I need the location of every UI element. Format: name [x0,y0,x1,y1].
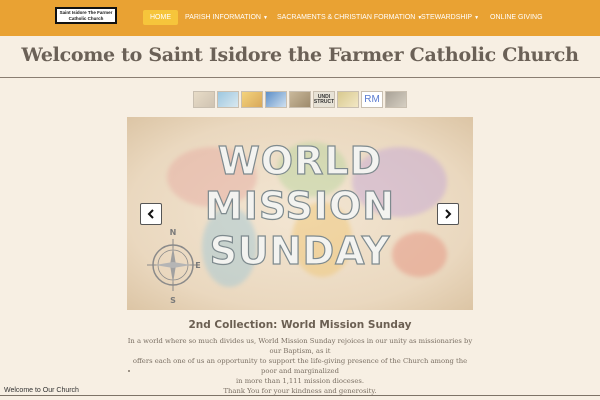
nav-online-giving-label: ONLINE GIVING [490,14,543,21]
slide-headline-line-1: WORLD [217,138,383,183]
thumbnail-1[interactable] [193,91,215,108]
collection-line-1: In a world where so much divides us, Wor… [127,337,473,355]
nav-parish-label: PARISH INFORMATION [185,14,261,21]
nav-home[interactable]: HOME [143,10,178,25]
title-divider [0,77,600,78]
collection-line-3: in more than 1,111 mission dioceses. [235,377,364,385]
image-carousel[interactable]: WORLD MISSION SUNDAY N E S [127,117,473,310]
carousel-next-button[interactable] [437,203,459,225]
collection-title: 2nd Collection: World Mission Sunday [188,319,412,331]
logo-line-2: Catholic Church [68,15,104,21]
church-logo[interactable]: Saint Isidore The Farmer Catholic Church [55,7,117,24]
caret-down-icon: ▼ [262,15,268,21]
carousel-prev-button[interactable] [140,203,162,225]
page-title: Welcome to Saint Isidore the Farmer Cath… [21,44,579,66]
thumbnail-8[interactable]: RM [361,91,383,108]
thumbnail-6-text: UNDI STRUCT [313,93,335,105]
thumbnail-5[interactable] [289,91,311,108]
thumbnail-2[interactable] [217,91,239,108]
nav-parish-information[interactable]: PARISH INFORMATION ▼ [185,11,268,25]
thumbnail-6[interactable]: UNDI STRUCT [313,91,335,108]
slide-thumbnails: UNDI STRUCT RM [193,91,407,108]
nav-home-label: HOME [150,14,171,21]
thumbnail-9[interactable] [385,91,407,108]
top-navbar: Saint Isidore The Farmer Catholic Church… [0,0,600,36]
thumbnail-7[interactable] [337,91,359,108]
collection-description: In a world where so much divides us, Wor… [127,336,473,396]
section-heading-welcome: Welcome to Our Church [4,387,81,394]
section-divider [0,395,600,396]
collection-line-2: offers each one of us an opportunity to … [132,357,468,375]
thumbnail-8-text: RM [364,94,380,105]
decorative-dot [128,370,130,372]
slide-headline-line-2: MISSION [204,183,396,228]
nav-stewardship-label: STEWARDSHIP [421,14,473,21]
nav-stewardship[interactable]: STEWARDSHIP ▼ [421,11,479,25]
chevron-left-icon [147,209,154,219]
thumbnail-3[interactable] [241,91,263,108]
nav-online-giving[interactable]: ONLINE GIVING [490,11,543,25]
caret-down-icon: ▼ [474,15,480,21]
thumbnail-4[interactable] [265,91,287,108]
compass-south: S [170,296,176,305]
nav-sacraments[interactable]: SACRAMENTS & CHRISTIAN FORMATION ▼ [277,11,422,25]
compass-east: E [195,261,200,270]
compass-rose-icon: N E S [147,228,201,305]
compass-north: N [170,228,177,237]
nav-sacraments-label: SACRAMENTS & CHRISTIAN FORMATION [277,14,416,21]
chevron-right-icon [445,209,452,219]
